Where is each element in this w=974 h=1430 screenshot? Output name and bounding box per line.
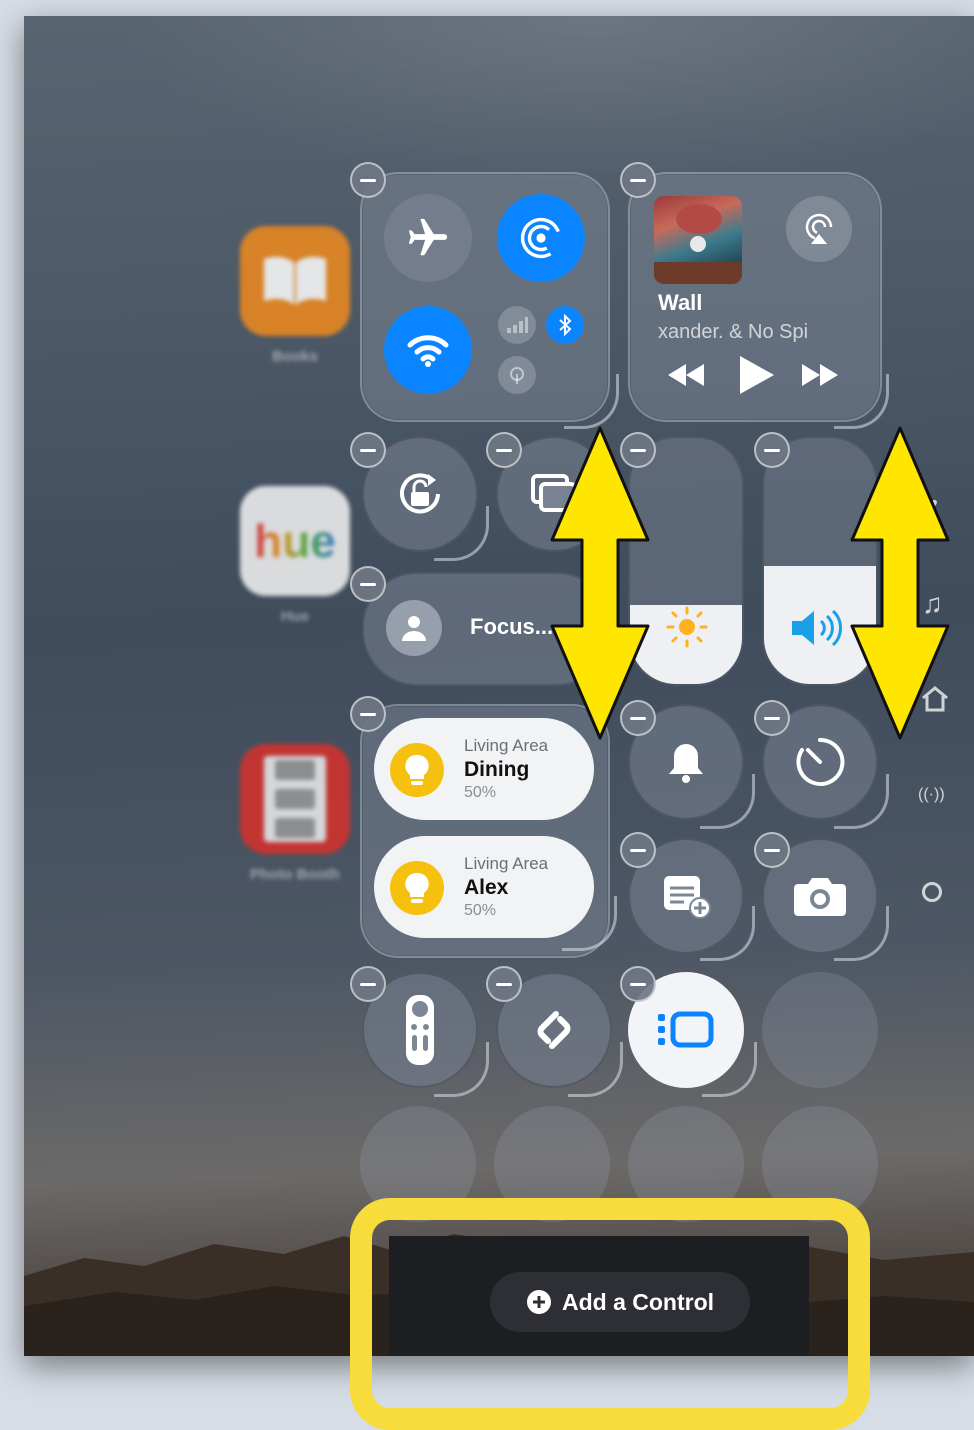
airplay-icon (805, 213, 833, 244)
airplay-button[interactable] (786, 196, 852, 262)
photo-booth-icon (240, 744, 350, 854)
bluetooth-icon (559, 314, 572, 336)
resize-handle[interactable] (434, 1042, 489, 1097)
resize-handle[interactable] (834, 906, 889, 961)
remove-focus-button[interactable] (350, 566, 386, 602)
resize-handle[interactable] (834, 774, 889, 829)
focus-label: Focus... (470, 614, 554, 639)
light-area-label: Living Area (464, 854, 549, 873)
light-name-label: Alex (464, 876, 509, 899)
app-label: Photo Booth (250, 866, 340, 883)
remove-screen-mirroring-button[interactable] (486, 432, 522, 468)
light-level-label: 50% (464, 784, 497, 801)
resize-handle[interactable] (434, 506, 489, 561)
resize-handle[interactable] (562, 896, 617, 951)
remove-camera-button[interactable] (754, 832, 790, 868)
wifi-button[interactable] (384, 306, 472, 394)
remove-connectivity-button[interactable] (350, 162, 386, 198)
light-name-label: Dining (464, 758, 530, 781)
remove-stage-manager-button[interactable] (620, 966, 656, 1002)
cellular-button[interactable] (498, 306, 536, 344)
remove-remote-button[interactable] (350, 966, 386, 1002)
antenna-icon[interactable]: ((·)) (918, 786, 945, 804)
airdrop-icon (520, 217, 562, 259)
hue-logo-text: hue (254, 515, 336, 567)
resize-handle[interactable] (700, 774, 755, 829)
app-books[interactable]: Books (240, 226, 350, 365)
personal-hotspot-button[interactable] (498, 356, 536, 394)
resize-annotation-arrow-right (850, 426, 950, 740)
resize-handle[interactable] (568, 1042, 623, 1097)
remove-shazam-button[interactable] (486, 966, 522, 1002)
add-control-highlight-box (350, 1198, 870, 1430)
light-tile-alex[interactable]: Living Area Alex 50% (374, 836, 594, 938)
airplane-mode-button[interactable] (384, 194, 472, 282)
tv-remote-icon (406, 995, 434, 1065)
person-icon (386, 600, 442, 656)
hue-icon: hue (240, 486, 350, 596)
lightbulb-icon (390, 743, 444, 797)
light-area-label: Living Area (464, 736, 549, 755)
airplane-icon (408, 218, 448, 256)
remove-now-playing-button[interactable] (620, 162, 656, 198)
album-artwork[interactable] (654, 196, 742, 284)
track-title: Wall (658, 290, 703, 315)
remove-quick-note-button[interactable] (620, 832, 656, 868)
record-icon[interactable] (922, 882, 942, 902)
ipad-screen: Books hue Hue Photo Booth ♥ ♫ ((·)) (24, 16, 974, 1356)
empty-slot[interactable] (762, 972, 878, 1088)
app-label: Books (272, 348, 318, 365)
app-label: Hue (280, 608, 310, 625)
track-artist: xander. & No Spi (658, 321, 809, 343)
app-photo-booth[interactable]: Photo Booth (240, 744, 350, 883)
resize-handle[interactable] (834, 374, 889, 429)
remove-timer-button[interactable] (754, 700, 790, 736)
remove-lights-button[interactable] (350, 696, 386, 732)
wifi-icon (407, 335, 449, 367)
resize-handle[interactable] (702, 1042, 757, 1097)
lightbulb-icon (390, 861, 444, 915)
play-button[interactable] (736, 354, 776, 396)
resize-handle[interactable] (700, 906, 755, 961)
rewind-button[interactable] (664, 360, 708, 390)
remove-orientation-lock-button[interactable] (350, 432, 386, 468)
bluetooth-button[interactable] (546, 306, 584, 344)
resize-annotation-arrow-left (550, 426, 650, 740)
hotspot-icon (510, 367, 524, 384)
brightness-sun-icon (666, 606, 708, 648)
airdrop-button[interactable] (497, 194, 585, 282)
app-hue[interactable]: hue Hue (240, 486, 350, 625)
cellular-signal-icon (507, 317, 528, 333)
resize-handle[interactable] (564, 374, 619, 429)
light-level-label: 50% (464, 902, 497, 919)
remove-volume-button[interactable] (754, 432, 790, 468)
speaker-volume-icon (792, 609, 843, 647)
books-icon (240, 226, 350, 336)
